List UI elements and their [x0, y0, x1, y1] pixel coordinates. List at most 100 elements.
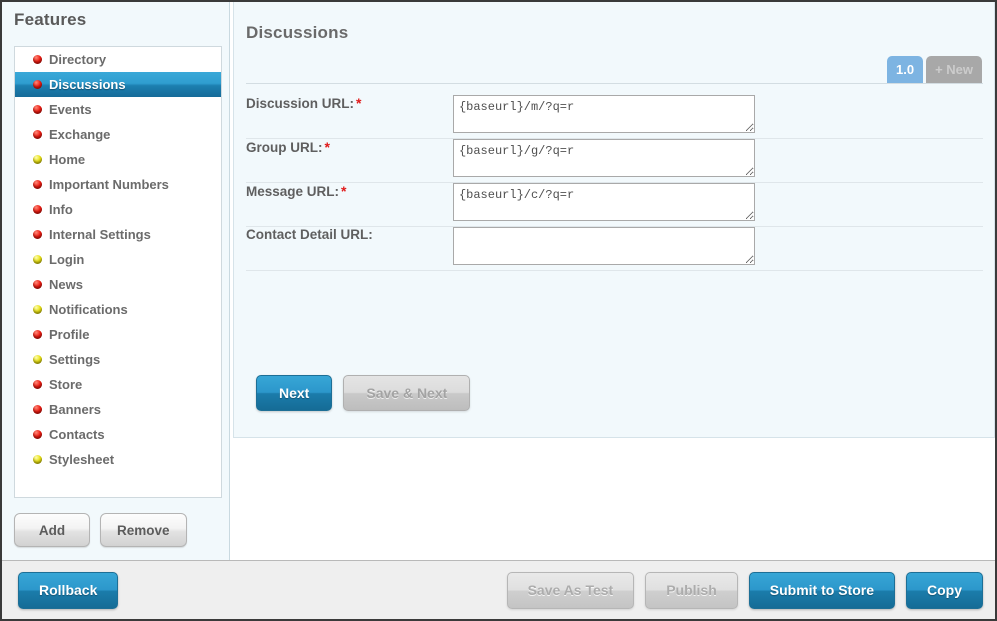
sidebar-item-label: News [49, 277, 83, 292]
red-status-dot-icon [33, 330, 42, 339]
field-label-cell: Discussion URL:* [246, 95, 453, 139]
footer-right-actions: Save As Test Publish Submit to Store Cop… [507, 572, 983, 609]
sidebar-item-important-numbers[interactable]: Important Numbers [15, 172, 221, 197]
features-list[interactable]: Directory Discussions Events Exchange Home Im… [14, 46, 222, 498]
add-button[interactable]: Add [14, 513, 90, 547]
sidebar-item-login[interactable]: Login [15, 247, 221, 272]
form-row: Message URL:* [246, 183, 983, 227]
yellow-status-dot-icon [33, 255, 42, 264]
red-status-dot-icon [33, 55, 42, 64]
form-row: Discussion URL:* [246, 95, 983, 139]
sidebar-item-label: Settings [49, 352, 100, 367]
form-actions: Next Save & Next [256, 375, 470, 411]
red-status-dot-icon [33, 380, 42, 389]
sidebar-item-news[interactable]: News [15, 272, 221, 297]
red-status-dot-icon [33, 430, 42, 439]
sidebar-item-label: Notifications [49, 302, 128, 317]
field-input-cell [453, 183, 791, 227]
sidebar-item-info[interactable]: Info [15, 197, 221, 222]
field-spacer-cell [791, 227, 983, 271]
submit-to-store-button[interactable]: Submit to Store [749, 572, 895, 609]
sidebar-item-home[interactable]: Home [15, 147, 221, 172]
rollback-button[interactable]: Rollback [18, 572, 118, 609]
red-status-dot-icon [33, 280, 42, 289]
field-input-cell [453, 227, 791, 271]
field-label-cell: Group URL:* [246, 139, 453, 183]
sidebar-item-label: Banners [49, 402, 101, 417]
tabs-underline [246, 83, 983, 84]
field-spacer-cell [791, 139, 983, 183]
sidebar-item-store[interactable]: Store [15, 372, 221, 397]
sidebar-item-label: Login [49, 252, 84, 267]
red-status-dot-icon [33, 130, 42, 139]
field-label-cell: Contact Detail URL: [246, 227, 453, 271]
sidebar-item-label: Important Numbers [49, 177, 169, 192]
yellow-status-dot-icon [33, 455, 42, 464]
sidebar-item-label: Contacts [49, 427, 105, 442]
application-window: Features Directory Discussions Events Excha… [0, 0, 997, 621]
red-status-dot-icon [33, 205, 42, 214]
required-asterisk-icon: * [325, 139, 330, 155]
red-status-dot-icon [33, 105, 42, 114]
sidebar-item-profile[interactable]: Profile [15, 322, 221, 347]
yellow-status-dot-icon [33, 305, 42, 314]
url-input-1[interactable] [453, 95, 755, 133]
field-input-cell [453, 139, 791, 183]
required-asterisk-icon: * [356, 95, 361, 111]
sidebar-item-label: Directory [49, 52, 106, 67]
sidebar-item-label: Store [49, 377, 82, 392]
url-input-2[interactable] [453, 139, 755, 177]
sidebar-item-label: Discussions [49, 77, 126, 92]
feature-config-card: Discussions 1.0+ New Discussion URL:*Gro… [233, 2, 995, 438]
sidebar-item-events[interactable]: Events [15, 97, 221, 122]
url-input-3[interactable] [453, 183, 755, 221]
sidebar-item-directory[interactable]: Directory [15, 47, 221, 72]
sidebar-item-banners[interactable]: Banners [15, 397, 221, 422]
yellow-status-dot-icon [33, 155, 42, 164]
next-button[interactable]: Next [256, 375, 332, 411]
version-tabs: 1.0+ New [887, 56, 982, 84]
sidebar-item-label: Profile [49, 327, 89, 342]
tab-1-0[interactable]: 1.0 [887, 56, 923, 84]
features-panel-title: Features [14, 10, 86, 30]
sidebar-item-exchange[interactable]: Exchange [15, 122, 221, 147]
copy-button[interactable]: Copy [906, 572, 983, 609]
sidebar-item-stylesheet[interactable]: Stylesheet [15, 447, 221, 472]
url-settings-form: Discussion URL:*Group URL:*Message URL:*… [246, 95, 983, 271]
footer-toolbar: Rollback Save As Test Publish Submit to … [2, 560, 995, 619]
field-label: Contact Detail URL: [246, 227, 373, 242]
sidebar-item-settings[interactable]: Settings [15, 347, 221, 372]
sidebar-item-label: Stylesheet [49, 452, 114, 467]
sidebar-item-label: Home [49, 152, 85, 167]
form-row: Contact Detail URL: [246, 227, 983, 271]
sidebar-item-label: Events [49, 102, 92, 117]
required-asterisk-icon: * [341, 183, 346, 199]
sidebar-item-label: Info [49, 202, 73, 217]
field-label: Message URL: [246, 184, 339, 199]
field-input-cell [453, 95, 791, 139]
sidebar-item-discussions[interactable]: Discussions [15, 72, 221, 97]
remove-button[interactable]: Remove [100, 513, 187, 547]
publish-button: Publish [645, 572, 738, 609]
footer-left-actions: Rollback [18, 572, 118, 609]
tab-new[interactable]: + New [926, 56, 982, 84]
features-list-actions: Add Remove [14, 513, 187, 547]
form-row: Group URL:* [246, 139, 983, 183]
url-input-4[interactable] [453, 227, 755, 265]
red-status-dot-icon [33, 80, 42, 89]
sidebar-item-contacts[interactable]: Contacts [15, 422, 221, 447]
save-and-next-button: Save & Next [343, 375, 470, 411]
red-status-dot-icon [33, 405, 42, 414]
yellow-status-dot-icon [33, 355, 42, 364]
features-panel: Features Directory Discussions Events Excha… [2, 2, 230, 560]
field-spacer-cell [791, 95, 983, 139]
sidebar-item-internal-settings[interactable]: Internal Settings [15, 222, 221, 247]
red-status-dot-icon [33, 230, 42, 239]
content-panel: Discussions 1.0+ New Discussion URL:*Gro… [231, 2, 995, 560]
sidebar-item-notifications[interactable]: Notifications [15, 297, 221, 322]
save-as-test-button: Save As Test [507, 572, 635, 609]
field-label: Discussion URL: [246, 96, 354, 111]
page-title: Discussions [246, 23, 348, 43]
field-label: Group URL: [246, 140, 323, 155]
sidebar-item-label: Exchange [49, 127, 110, 142]
